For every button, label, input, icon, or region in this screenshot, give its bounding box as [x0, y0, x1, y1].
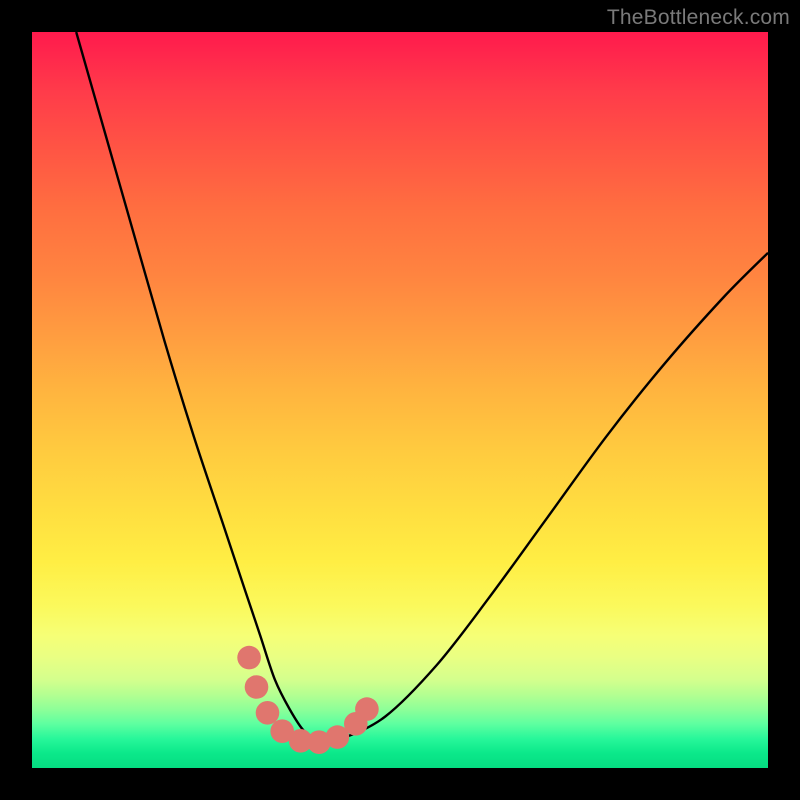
- bottleneck-curve: [76, 32, 768, 741]
- curve-marker: [245, 675, 269, 699]
- curve-svg: [32, 32, 768, 768]
- chart-frame: TheBottleneck.com: [0, 0, 800, 800]
- curve-marker: [355, 697, 379, 721]
- marker-group: [237, 646, 378, 754]
- plot-area: [32, 32, 768, 768]
- watermark-text: TheBottleneck.com: [607, 6, 790, 30]
- curve-marker: [256, 701, 280, 725]
- curve-marker: [237, 646, 261, 670]
